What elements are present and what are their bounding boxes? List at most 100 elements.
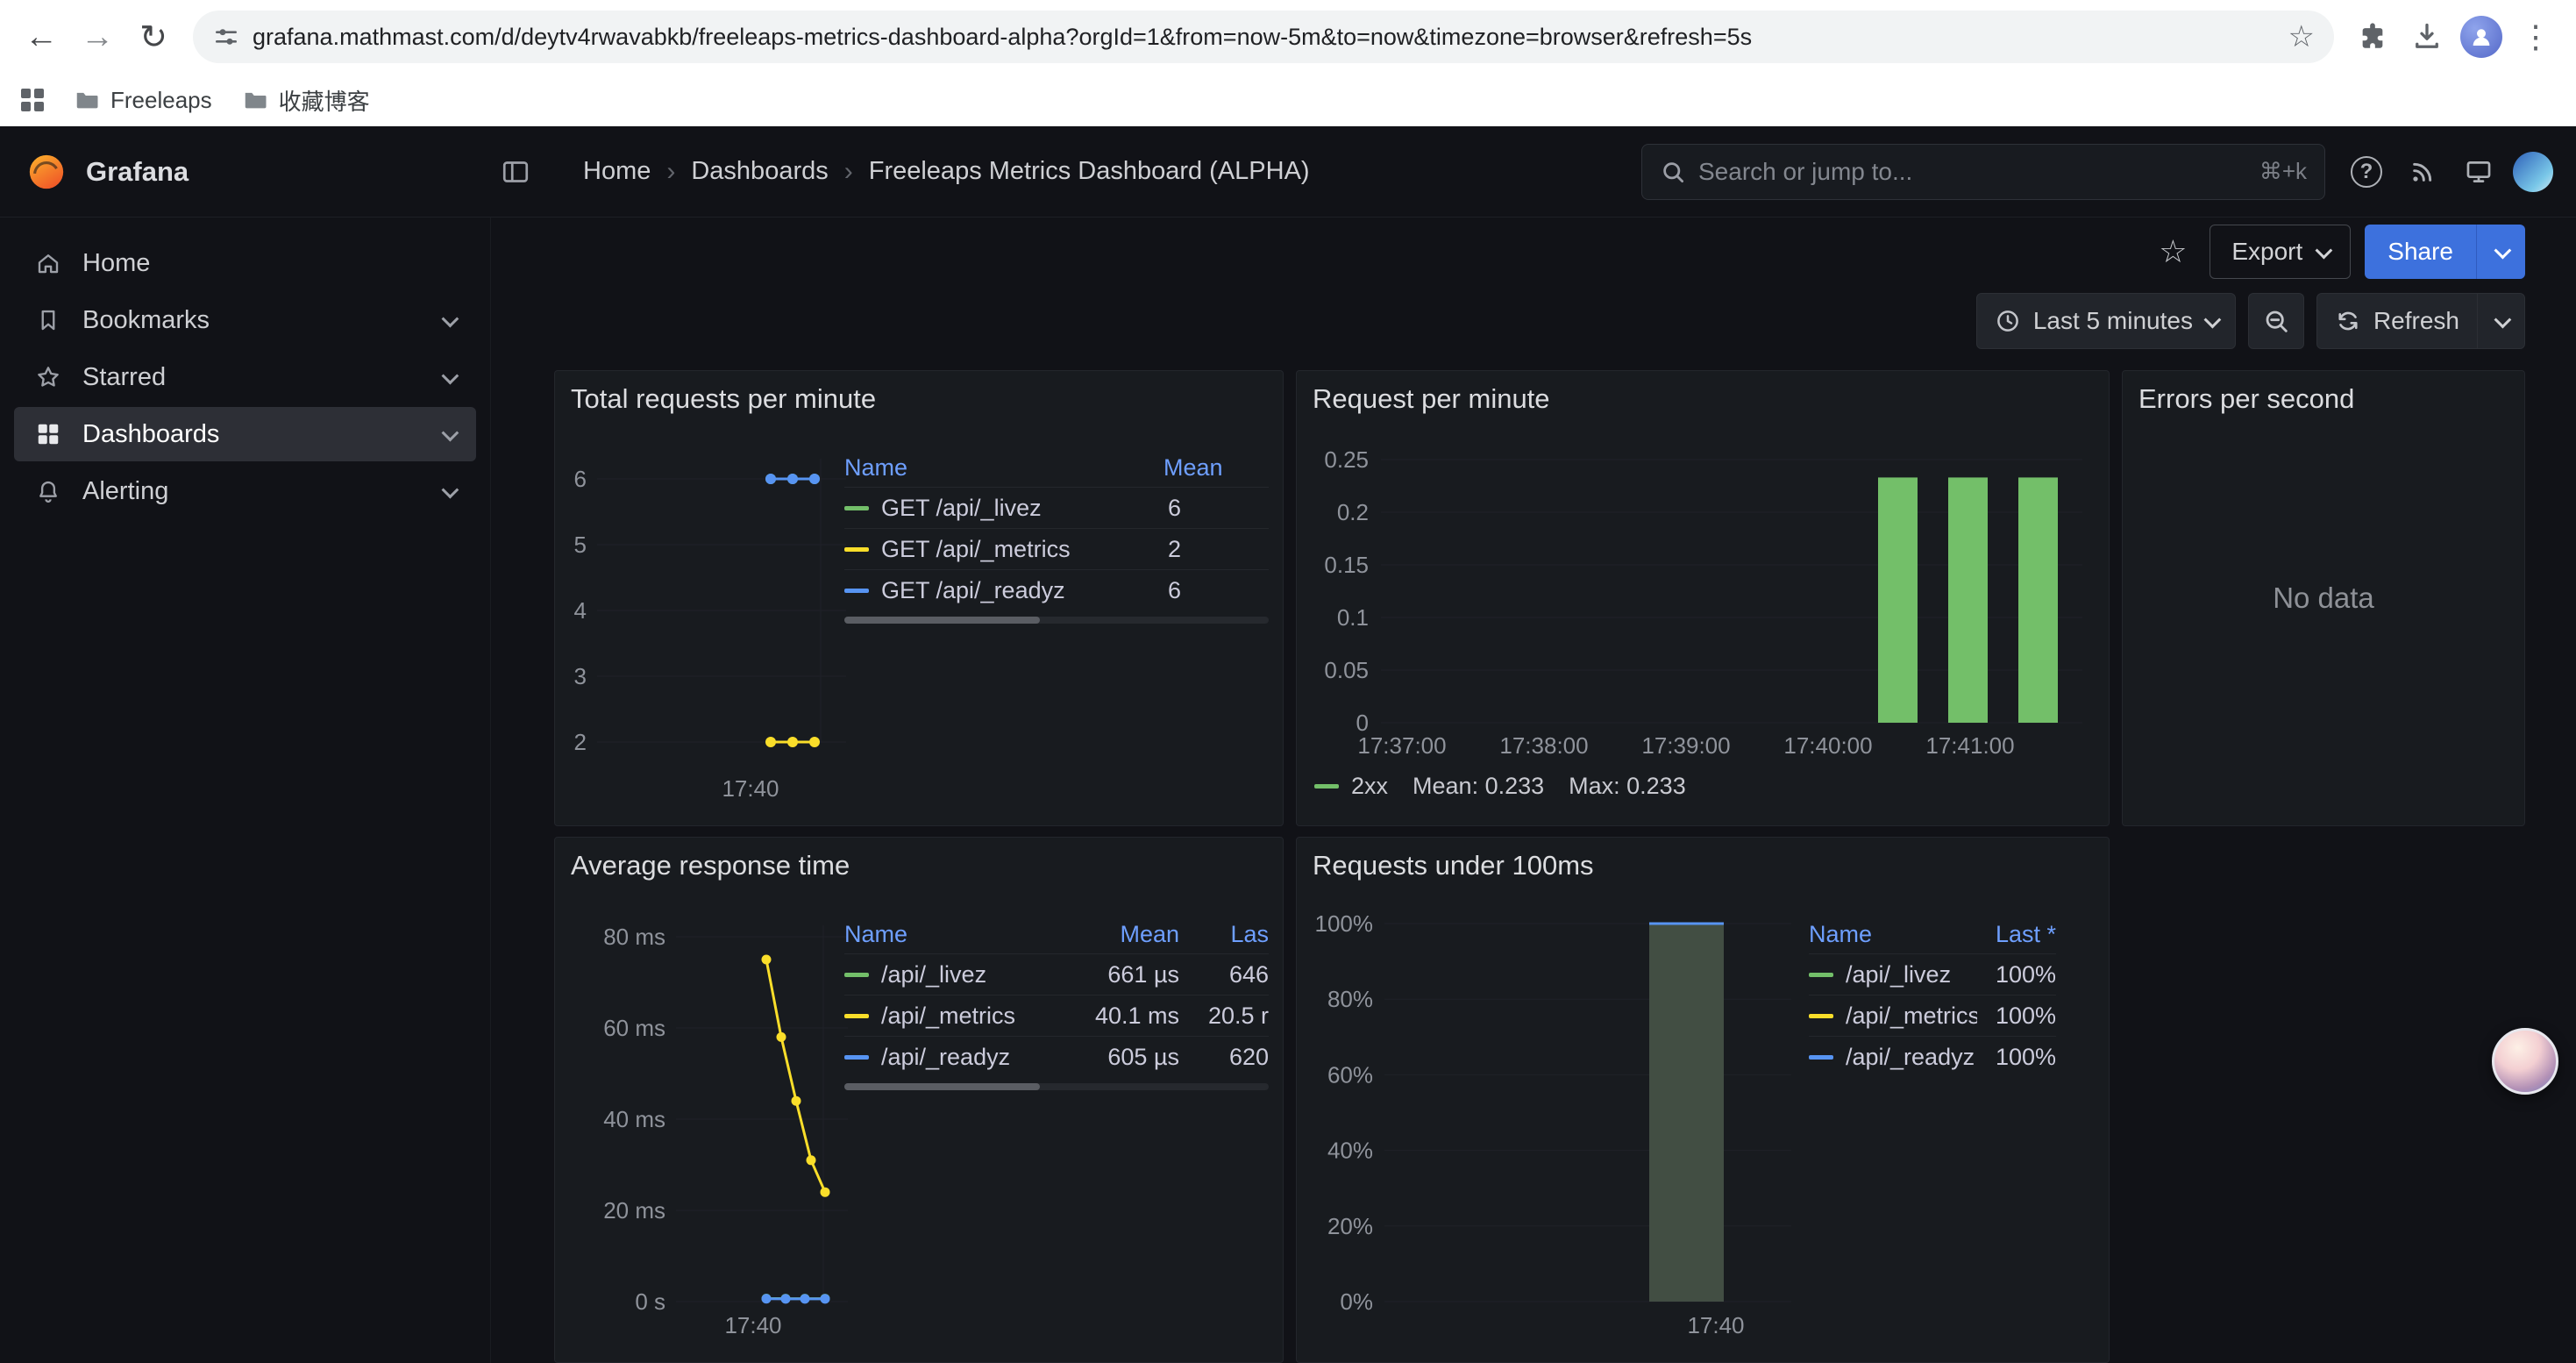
site-info-icon[interactable] <box>212 23 240 51</box>
sidebar-item-dashboards[interactable]: Dashboards <box>14 407 476 461</box>
sidebar-item-bookmarks[interactable]: Bookmarks <box>14 293 476 347</box>
svg-text:5: 5 <box>574 532 587 558</box>
display-icon[interactable] <box>2457 150 2501 194</box>
svg-text:60%: 60% <box>1327 1061 1373 1088</box>
panel-title[interactable]: Requests under 100ms <box>1313 850 1594 881</box>
average-response-time-chart: 80 ms60 ms40 ms20 ms0 s17:40 <box>569 899 858 1355</box>
chevron-down-icon[interactable] <box>442 425 459 442</box>
browser-profile-avatar[interactable] <box>2457 12 2506 61</box>
svg-text:0 s: 0 s <box>635 1288 665 1315</box>
svg-text:17:40: 17:40 <box>722 775 779 802</box>
legend-series-toggle[interactable]: 2xx <box>1314 773 1388 800</box>
browser-back-button[interactable]: ← <box>16 11 67 62</box>
browser-reload-button[interactable]: ↻ <box>128 11 179 62</box>
breadcrumb-dashboards[interactable]: Dashboards <box>691 157 828 186</box>
panel-title[interactable]: Request per minute <box>1313 383 1550 415</box>
legend-row: /api/_metrics 40.1 ms 20.5 r <box>844 995 1269 1036</box>
svg-text:40%: 40% <box>1327 1138 1373 1164</box>
legend-row: /api/_readyz 605 µs 620 <box>844 1036 1269 1077</box>
svg-text:0%: 0% <box>1340 1288 1373 1315</box>
zoom-out-button[interactable] <box>2248 293 2304 349</box>
help-icon[interactable]: ? <box>2345 150 2388 194</box>
legend-col-last[interactable]: Las <box>1193 921 1269 948</box>
bookmark-label: 收藏博客 <box>279 84 370 117</box>
share-button[interactable]: Share <box>2365 225 2525 279</box>
legend-series-toggle[interactable]: /api/_metrics <box>844 1003 1065 1030</box>
panel-title[interactable]: Average response time <box>571 850 850 881</box>
reload-icon: ↻ <box>139 18 167 57</box>
browser-forward-button[interactable]: → <box>72 11 123 62</box>
legend-col-mean[interactable]: Mean <box>1163 454 1269 482</box>
sidebar-item-starred[interactable]: Starred <box>14 350 476 404</box>
legend-series-toggle[interactable]: /api/_metrics <box>1809 1003 1977 1030</box>
svg-text:17:40: 17:40 <box>724 1312 781 1338</box>
legend-series-toggle[interactable]: GET /api/_readyz <box>844 577 1163 604</box>
legend-row: /api/_livez 661 µs 646 <box>844 953 1269 995</box>
assistant-avatar[interactable] <box>2492 1028 2558 1095</box>
svg-text:17:41:00: 17:41:00 <box>1925 732 2014 759</box>
browser-toolbar: ← → ↻ grafana.mathmast.com/d/deytv4rwava… <box>0 0 2576 74</box>
time-range-picker[interactable]: Last 5 minutes <box>1976 293 2236 349</box>
url-bar[interactable]: grafana.mathmast.com/d/deytv4rwavabkb/fr… <box>193 11 2334 63</box>
breadcrumb-home[interactable]: Home <box>583 157 651 186</box>
sidebar-toggle-icon[interactable] <box>500 156 531 188</box>
search-input[interactable]: Search or jump to... ⌘+k <box>1641 144 2325 200</box>
legend-col-name[interactable]: Name <box>1809 921 1977 948</box>
screen: ← → ↻ grafana.mathmast.com/d/deytv4rwava… <box>0 0 2576 1363</box>
legend-series-toggle[interactable]: GET /api/_metrics <box>844 536 1163 563</box>
browser-menu-icon[interactable]: ⋮ <box>2511 12 2560 61</box>
legend-col-mean[interactable]: Mean <box>1065 921 1179 948</box>
series-dash <box>844 589 869 593</box>
bookmark-item-freeleaps[interactable]: Freeleaps <box>74 87 212 114</box>
breadcrumb-separator: › <box>844 157 853 187</box>
bookmark-star-icon[interactable]: ☆ <box>2288 19 2315 54</box>
refresh-button[interactable]: Refresh <box>2316 293 2525 349</box>
legend-scrollbar[interactable] <box>844 617 1269 624</box>
series-dash <box>1809 973 1833 977</box>
legend-table: Name Mean GET /api/_livez 6 GET /api/_me… <box>844 448 1269 610</box>
dashboard-actions: ☆ Export Share <box>554 225 2525 279</box>
legend-col-name[interactable]: Name <box>844 454 1163 482</box>
svg-text:40 ms: 40 ms <box>603 1106 665 1132</box>
news-icon[interactable] <box>2401 150 2444 194</box>
legend-series-toggle[interactable]: /api/_readyz <box>844 1044 1065 1071</box>
extensions-icon[interactable] <box>2348 12 2397 61</box>
svg-text:0.1: 0.1 <box>1337 604 1369 631</box>
legend-table: Name Last * /api/_livez 100% /api/_metri… <box>1809 915 2056 1077</box>
legend-series-toggle[interactable]: GET /api/_livez <box>844 495 1163 522</box>
chevron-down-icon <box>2494 242 2511 260</box>
share-dropdown-button[interactable] <box>2476 225 2525 279</box>
grafana-profile-avatar[interactable] <box>2513 152 2553 192</box>
svg-text:6: 6 <box>574 466 587 492</box>
favorite-star-button[interactable]: ☆ <box>2150 229 2195 275</box>
time-controls: Last 5 minutes Refresh <box>554 293 2525 349</box>
panel-title[interactable]: Total requests per minute <box>571 383 876 415</box>
chevron-down-icon[interactable] <box>442 310 459 328</box>
person-icon <box>2468 24 2494 50</box>
legend-series-toggle[interactable]: /api/_livez <box>844 961 1065 988</box>
chevron-down-icon[interactable] <box>442 482 459 499</box>
bookmark-item-blogs[interactable]: 收藏博客 <box>242 84 370 117</box>
chevron-down-icon[interactable] <box>442 368 459 385</box>
export-button[interactable]: Export <box>2210 225 2351 279</box>
legend-row: GET /api/_readyz 6 <box>844 569 1269 610</box>
folder-icon <box>74 87 100 113</box>
panel-request-per-minute: Request per minute 0.250.20.150.10.05017… <box>1296 370 2110 826</box>
sidebar-item-alerting[interactable]: Alerting <box>14 464 476 518</box>
legend-row: /api/_metrics 100% <box>1809 995 2056 1036</box>
legend-series-toggle[interactable]: /api/_readyz <box>1809 1044 1977 1071</box>
apps-grid-icon[interactable] <box>21 89 44 111</box>
downloads-icon[interactable] <box>2402 12 2451 61</box>
legend-series-toggle[interactable]: /api/_livez <box>1809 961 1977 988</box>
svg-text:17:40:00: 17:40:00 <box>1783 732 1872 759</box>
series-dash <box>1809 1055 1833 1060</box>
legend-col-last[interactable]: Last * <box>1977 921 2056 948</box>
sidebar-item-home[interactable]: Home <box>14 236 476 290</box>
legend-col-name[interactable]: Name <box>844 921 1065 948</box>
grafana-logo[interactable] <box>26 152 67 192</box>
series-dash <box>1809 1014 1833 1018</box>
chevron-down-icon <box>2203 311 2221 329</box>
refresh-interval-dropdown[interactable] <box>2477 294 2524 348</box>
legend-scrollbar[interactable] <box>844 1083 1269 1090</box>
chevron-down-icon <box>2494 311 2511 329</box>
